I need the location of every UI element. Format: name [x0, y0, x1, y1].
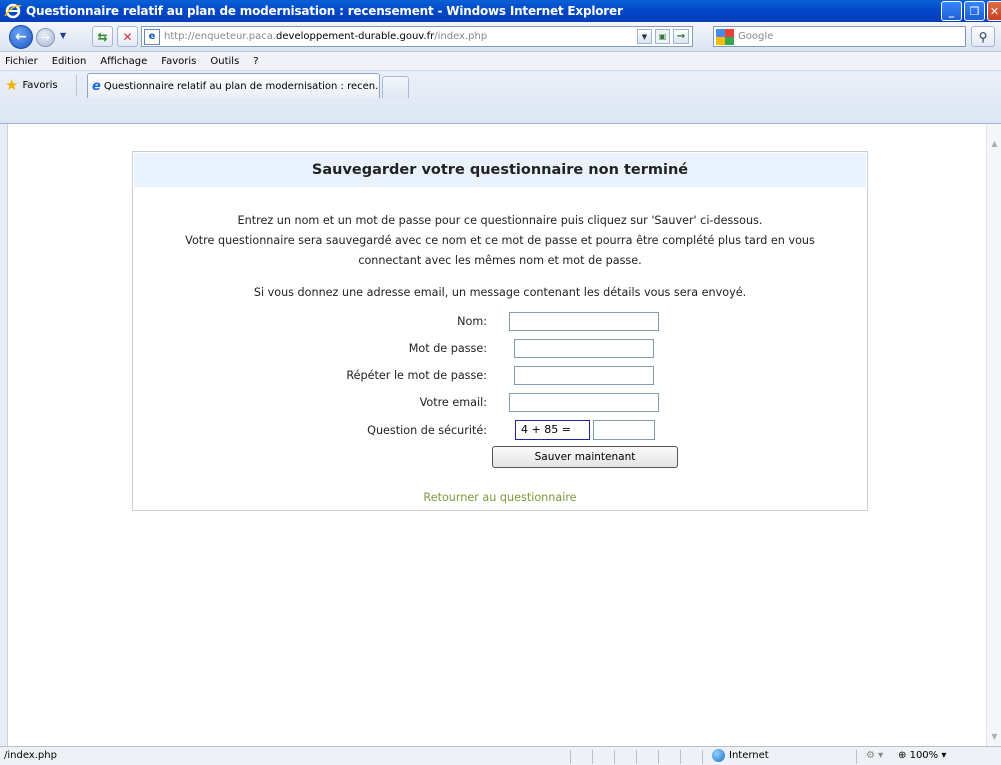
password-field[interactable] [514, 339, 654, 358]
forward-button[interactable]: → [36, 28, 55, 47]
name-field[interactable] [509, 312, 659, 331]
google-icon [716, 28, 734, 45]
security-question: 4 + 85 = [515, 420, 590, 440]
new-tab-button[interactable] [382, 76, 409, 98]
ie-logo-icon [4, 3, 22, 19]
scroll-down-icon[interactable]: ▼ [987, 729, 1001, 744]
window-title: Questionnaire relatif au plan de moderni… [26, 4, 623, 18]
recent-pages-dropdown-icon[interactable]: ▼ [60, 31, 70, 41]
back-button[interactable]: ← [9, 25, 33, 49]
intro-line-1: Entrez un nom et un mot de passe pour ce… [237, 214, 763, 227]
status-text: /index.php [4, 750, 57, 761]
compatibility-view-icon[interactable]: ▣ [655, 29, 670, 44]
page-viewport: Sauvegarder votre questionnaire non term… [8, 124, 986, 746]
page-icon: e [144, 28, 160, 45]
password-repeat-label: Répéter le mot de passe: [346, 369, 487, 382]
name-label: Nom: [457, 315, 487, 328]
intro-line-3: connectant avec les mêmes nom et mot de … [358, 254, 642, 267]
email-label: Votre email: [419, 396, 487, 409]
search-input[interactable]: Google [713, 26, 966, 47]
status-divider [636, 750, 637, 764]
status-divider [614, 750, 615, 764]
zone-label: Internet [729, 750, 769, 761]
page-title: Sauvegarder votre questionnaire non term… [134, 153, 866, 187]
minimize-button[interactable]: _ [941, 1, 962, 21]
status-divider [658, 750, 659, 764]
search-button[interactable]: ⚲ [971, 26, 995, 47]
menu-fichier[interactable]: Fichier [0, 56, 45, 67]
password-label: Mot de passe: [408, 342, 487, 355]
tab-active[interactable]: e Questionnaire relatif au plan de moder… [87, 73, 380, 98]
menu-bar: Fichier Edition Affichage Favoris Outils… [0, 52, 1001, 71]
menu-outils[interactable]: Outils [203, 56, 246, 67]
status-divider [680, 750, 681, 764]
zoom-control[interactable]: ⊕ 100% ▾ [898, 750, 946, 761]
navigation-bar: ← → ▼ ⇆ ✕ e http://enqueteur.paca.develo… [0, 22, 1001, 52]
close-button[interactable]: ✕ [987, 1, 1001, 21]
protected-mode-icon[interactable]: ⚙ ▾ [866, 750, 883, 761]
tab-label: Questionnaire relatif au plan de moderni… [103, 80, 380, 92]
status-divider [702, 750, 703, 764]
go-button[interactable]: → [673, 29, 689, 44]
refresh-button[interactable]: ⇆ [92, 26, 113, 47]
window-controls: _ ❐ ✕ [939, 1, 1001, 21]
email-note: Si vous donnez une adresse email, un mes… [253, 286, 747, 299]
stop-button[interactable]: ✕ [117, 26, 138, 47]
search-placeholder: Google [738, 31, 774, 42]
password-repeat-field[interactable] [514, 366, 654, 385]
status-bar: /index.php Internet ⚙ ▾ ⊕ 100% ▾ [0, 746, 1001, 765]
security-answer-field[interactable] [593, 420, 655, 440]
window-title-bar: Questionnaire relatif au plan de moderni… [0, 0, 1001, 22]
vertical-scrollbar[interactable]: ▲ ▼ [986, 124, 1001, 746]
restore-button[interactable]: ❐ [964, 1, 985, 21]
security-zone[interactable]: Internet [712, 749, 769, 762]
menu-help[interactable]: ? [246, 56, 265, 67]
save-form-panel: Sauvegarder votre questionnaire non term… [132, 151, 868, 511]
back-to-questionnaire-link[interactable]: Retourner au questionnaire [133, 491, 867, 504]
zoom-dropdown-icon: ▾ [941, 750, 947, 761]
favorites-button[interactable]: ★ Favoris [5, 74, 64, 96]
menu-favoris[interactable]: Favoris [154, 56, 203, 67]
scroll-up-icon[interactable]: ▲ [987, 136, 1001, 151]
save-button[interactable]: Sauver maintenant [492, 446, 678, 468]
intro-line-2: Votre questionnaire sera sauvegardé avec… [185, 234, 815, 247]
zoom-icon: ⊕ [898, 750, 907, 761]
address-url[interactable]: http://enqueteur.paca.developpement-dura… [164, 31, 487, 42]
tab-divider [76, 75, 77, 96]
status-divider [570, 750, 571, 764]
address-bar[interactable]: e http://enqueteur.paca.developpement-du… [141, 26, 693, 47]
menu-edition[interactable]: Edition [45, 56, 94, 67]
status-divider [592, 750, 593, 764]
star-icon: ★ [5, 76, 19, 94]
zoom-level: 100% [909, 750, 939, 761]
address-dropdown-icon[interactable]: ▼ [637, 29, 652, 44]
globe-icon [712, 749, 725, 762]
status-divider [856, 750, 857, 764]
ie-page-icon: e [92, 79, 101, 94]
menu-affichage[interactable]: Affichage [93, 56, 154, 67]
content-left-edge [0, 124, 8, 746]
security-question-label: Question de sécurité: [367, 424, 487, 437]
favorites-label: Favoris [22, 79, 58, 91]
email-field[interactable] [509, 393, 659, 412]
tab-bar: ★ Favoris e Questionnaire relatif au pla… [0, 71, 1001, 124]
